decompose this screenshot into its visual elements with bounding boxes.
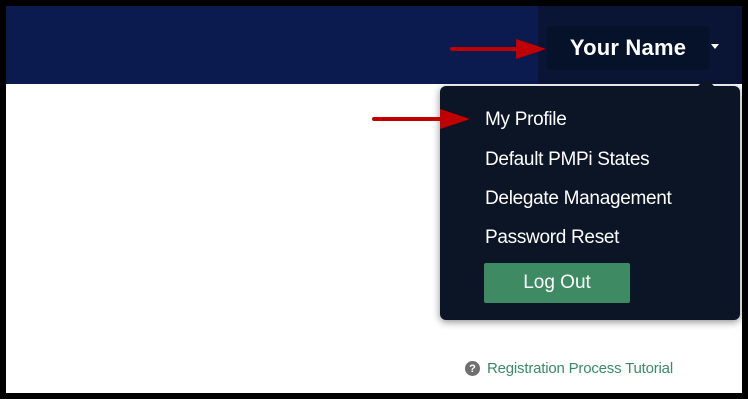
app-window: Your Name My Profile Default PMPi States… bbox=[0, 0, 748, 399]
user-name-button[interactable]: Your Name bbox=[547, 26, 709, 70]
tutorial-link-label: Registration Process Tutorial bbox=[487, 360, 673, 377]
tutorial-link[interactable]: ? Registration Process Tutorial bbox=[465, 360, 673, 377]
menu-pointer bbox=[698, 78, 714, 86]
help-icon: ? bbox=[465, 361, 480, 376]
menu-item-default-pmpi-states[interactable]: Default PMPi States bbox=[485, 148, 650, 172]
top-nav-bar: Your Name bbox=[6, 6, 742, 84]
annotation-arrow-icon bbox=[450, 39, 546, 59]
logout-button[interactable]: Log Out bbox=[484, 263, 630, 303]
menu-item-delegate-management[interactable]: Delegate Management bbox=[485, 187, 672, 211]
menu-item-password-reset[interactable]: Password Reset bbox=[485, 226, 619, 250]
caret-down-icon[interactable] bbox=[711, 44, 719, 49]
menu-item-my-profile[interactable]: My Profile bbox=[485, 108, 567, 132]
annotation-arrow-icon bbox=[372, 109, 470, 129]
user-dropdown-menu: My Profile Default PMPi States Delegate … bbox=[440, 78, 740, 320]
user-menu-area: Your Name bbox=[538, 6, 742, 84]
